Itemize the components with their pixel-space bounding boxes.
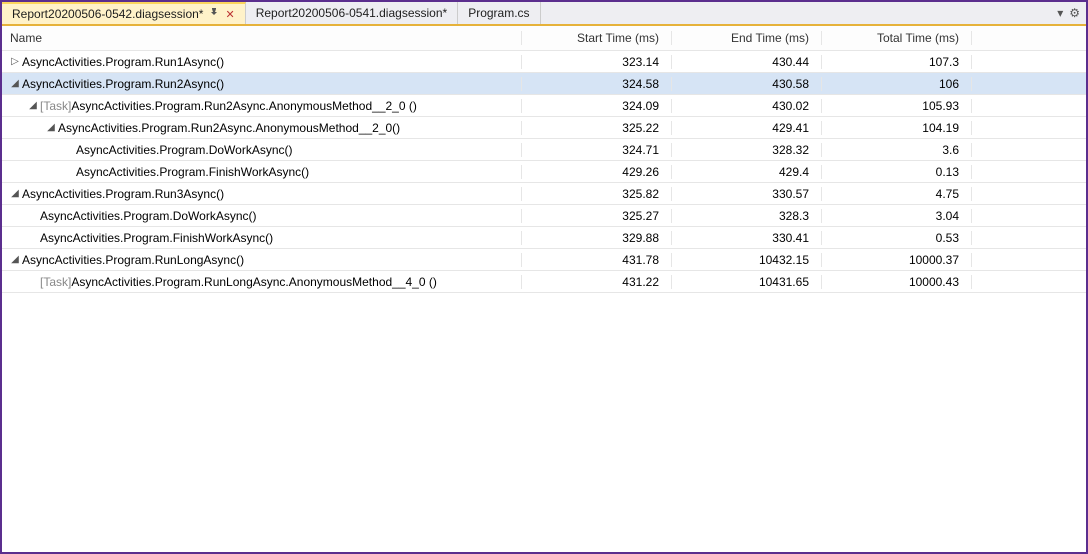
document-tab[interactable]: Program.cs xyxy=(458,2,540,24)
task-prefix-label: [Task] xyxy=(40,275,71,289)
cell-end-time: 330.57 xyxy=(672,187,822,201)
cell-end-time: 328.3 xyxy=(672,209,822,223)
cell-total-time: 3.04 xyxy=(822,209,972,223)
cell-start-time: 431.22 xyxy=(522,275,672,289)
expander-open-icon[interactable]: ◢ xyxy=(10,255,20,265)
expander-open-icon[interactable]: ◢ xyxy=(28,101,38,111)
cell-start-time: 323.14 xyxy=(522,55,672,69)
row-name-label: AsyncActivities.Program.FinishWorkAsync(… xyxy=(76,165,309,179)
document-tab[interactable]: Report20200506-0541.diagsession* xyxy=(246,2,458,24)
tab-label: Report20200506-0541.diagsession* xyxy=(256,6,447,20)
cell-end-time: 429.41 xyxy=(672,121,822,135)
table-row[interactable]: ▷AsyncActivities.Program.DoWorkAsync()32… xyxy=(2,139,1086,161)
cell-end-time: 430.02 xyxy=(672,99,822,113)
expander-closed-icon[interactable]: ▷ xyxy=(10,57,20,67)
gear-icon[interactable]: ⚙ xyxy=(1069,6,1080,20)
table-row[interactable]: ▷AsyncActivities.Program.DoWorkAsync()32… xyxy=(2,205,1086,227)
cell-total-time: 10000.43 xyxy=(822,275,972,289)
row-name-label: AsyncActivities.Program.Run2Async() xyxy=(22,77,224,91)
expander-open-icon[interactable]: ◢ xyxy=(46,123,56,133)
pin-icon[interactable] xyxy=(209,8,219,21)
cell-start-time: 324.71 xyxy=(522,143,672,157)
cell-name: ◢AsyncActivities.Program.Run3Async() xyxy=(2,187,522,201)
document-tabbar: Report20200506-0542.diagsession*✕Report2… xyxy=(2,2,1086,24)
cell-end-time: 10432.15 xyxy=(672,253,822,267)
cell-start-time: 429.26 xyxy=(522,165,672,179)
document-tab[interactable]: Report20200506-0542.diagsession* ✕ xyxy=(2,2,246,24)
cell-name: ▷AsyncActivities.Program.FinishWorkAsync… xyxy=(2,165,522,179)
expander-open-icon[interactable]: ◢ xyxy=(10,189,20,199)
cell-end-time: 430.58 xyxy=(672,77,822,91)
cell-total-time: 0.53 xyxy=(822,231,972,245)
table-row[interactable]: ◢AsyncActivities.Program.Run3Async()325.… xyxy=(2,183,1086,205)
cell-end-time: 429.4 xyxy=(672,165,822,179)
cell-start-time: 329.88 xyxy=(522,231,672,245)
tab-label: Program.cs xyxy=(468,6,529,20)
table-row[interactable]: ▷AsyncActivities.Program.Run1Async()323.… xyxy=(2,51,1086,73)
cell-name: ▷AsyncActivities.Program.FinishWorkAsync… xyxy=(2,231,522,245)
cell-end-time: 330.41 xyxy=(672,231,822,245)
column-header-total-time[interactable]: Total Time (ms) xyxy=(822,31,972,45)
cell-start-time: 324.58 xyxy=(522,77,672,91)
row-name-label: AsyncActivities.Program.DoWorkAsync() xyxy=(40,209,257,223)
row-name-label: AsyncActivities.Program.RunLongAsync.Ano… xyxy=(71,275,437,289)
cell-name: ▷AsyncActivities.Program.DoWorkAsync() xyxy=(2,209,522,223)
row-name-label: AsyncActivities.Program.FinishWorkAsync(… xyxy=(40,231,273,245)
table-header-row: Name Start Time (ms) End Time (ms) Total… xyxy=(2,26,1086,51)
cell-name: ▷[Task] AsyncActivities.Program.RunLongA… xyxy=(2,275,522,289)
cell-name: ▷AsyncActivities.Program.Run1Async() xyxy=(2,55,522,69)
cell-name: ◢AsyncActivities.Program.RunLongAsync() xyxy=(2,253,522,267)
table-row[interactable]: ◢AsyncActivities.Program.Run2Async()324.… xyxy=(2,73,1086,95)
row-name-label: AsyncActivities.Program.Run3Async() xyxy=(22,187,224,201)
tabbar-dropdown-icon[interactable]: ▾ xyxy=(1057,6,1063,20)
row-name-label: AsyncActivities.Program.Run2Async.Anonym… xyxy=(71,99,417,113)
table-row[interactable]: ◢AsyncActivities.Program.RunLongAsync()4… xyxy=(2,249,1086,271)
cell-end-time: 430.44 xyxy=(672,55,822,69)
expander-open-icon[interactable]: ◢ xyxy=(10,79,20,89)
task-prefix-label: [Task] xyxy=(40,99,71,113)
tab-label: Report20200506-0542.diagsession* xyxy=(12,7,203,21)
cell-start-time: 325.27 xyxy=(522,209,672,223)
cell-name: ▷AsyncActivities.Program.DoWorkAsync() xyxy=(2,143,522,157)
cell-total-time: 0.13 xyxy=(822,165,972,179)
table-row[interactable]: ▷[Task] AsyncActivities.Program.RunLongA… xyxy=(2,271,1086,293)
cell-total-time: 107.3 xyxy=(822,55,972,69)
cell-total-time: 105.93 xyxy=(822,99,972,113)
cell-end-time: 328.32 xyxy=(672,143,822,157)
close-icon[interactable]: ✕ xyxy=(225,8,234,21)
cell-total-time: 106 xyxy=(822,77,972,91)
column-header-end-time[interactable]: End Time (ms) xyxy=(672,31,822,45)
column-header-name[interactable]: Name xyxy=(2,31,522,45)
row-name-label: AsyncActivities.Program.RunLongAsync() xyxy=(22,253,244,267)
cell-end-time: 10431.65 xyxy=(672,275,822,289)
cell-name: ◢AsyncActivities.Program.Run2Async() xyxy=(2,77,522,91)
cell-total-time: 3.6 xyxy=(822,143,972,157)
column-header-start-time[interactable]: Start Time (ms) xyxy=(522,31,672,45)
tabbar-overflow-controls: ▾ ⚙ xyxy=(1057,2,1086,24)
table-row[interactable]: ▷AsyncActivities.Program.FinishWorkAsync… xyxy=(2,227,1086,249)
cell-total-time: 4.75 xyxy=(822,187,972,201)
results-table: Name Start Time (ms) End Time (ms) Total… xyxy=(2,26,1086,552)
table-row[interactable]: ◢AsyncActivities.Program.Run2Async.Anony… xyxy=(2,117,1086,139)
cell-start-time: 325.22 xyxy=(522,121,672,135)
table-row[interactable]: ◢[Task] AsyncActivities.Program.Run2Asyn… xyxy=(2,95,1086,117)
table-row[interactable]: ▷AsyncActivities.Program.FinishWorkAsync… xyxy=(2,161,1086,183)
row-name-label: AsyncActivities.Program.DoWorkAsync() xyxy=(76,143,293,157)
cell-start-time: 431.78 xyxy=(522,253,672,267)
row-name-label: AsyncActivities.Program.Run1Async() xyxy=(22,55,224,69)
window-frame: Report20200506-0542.diagsession*✕Report2… xyxy=(0,0,1088,554)
row-name-label: AsyncActivities.Program.Run2Async.Anonym… xyxy=(58,121,400,135)
cell-total-time: 10000.37 xyxy=(822,253,972,267)
cell-name: ◢AsyncActivities.Program.Run2Async.Anony… xyxy=(2,121,522,135)
cell-start-time: 324.09 xyxy=(522,99,672,113)
cell-total-time: 104.19 xyxy=(822,121,972,135)
cell-name: ◢[Task] AsyncActivities.Program.Run2Asyn… xyxy=(2,99,522,113)
cell-start-time: 325.82 xyxy=(522,187,672,201)
